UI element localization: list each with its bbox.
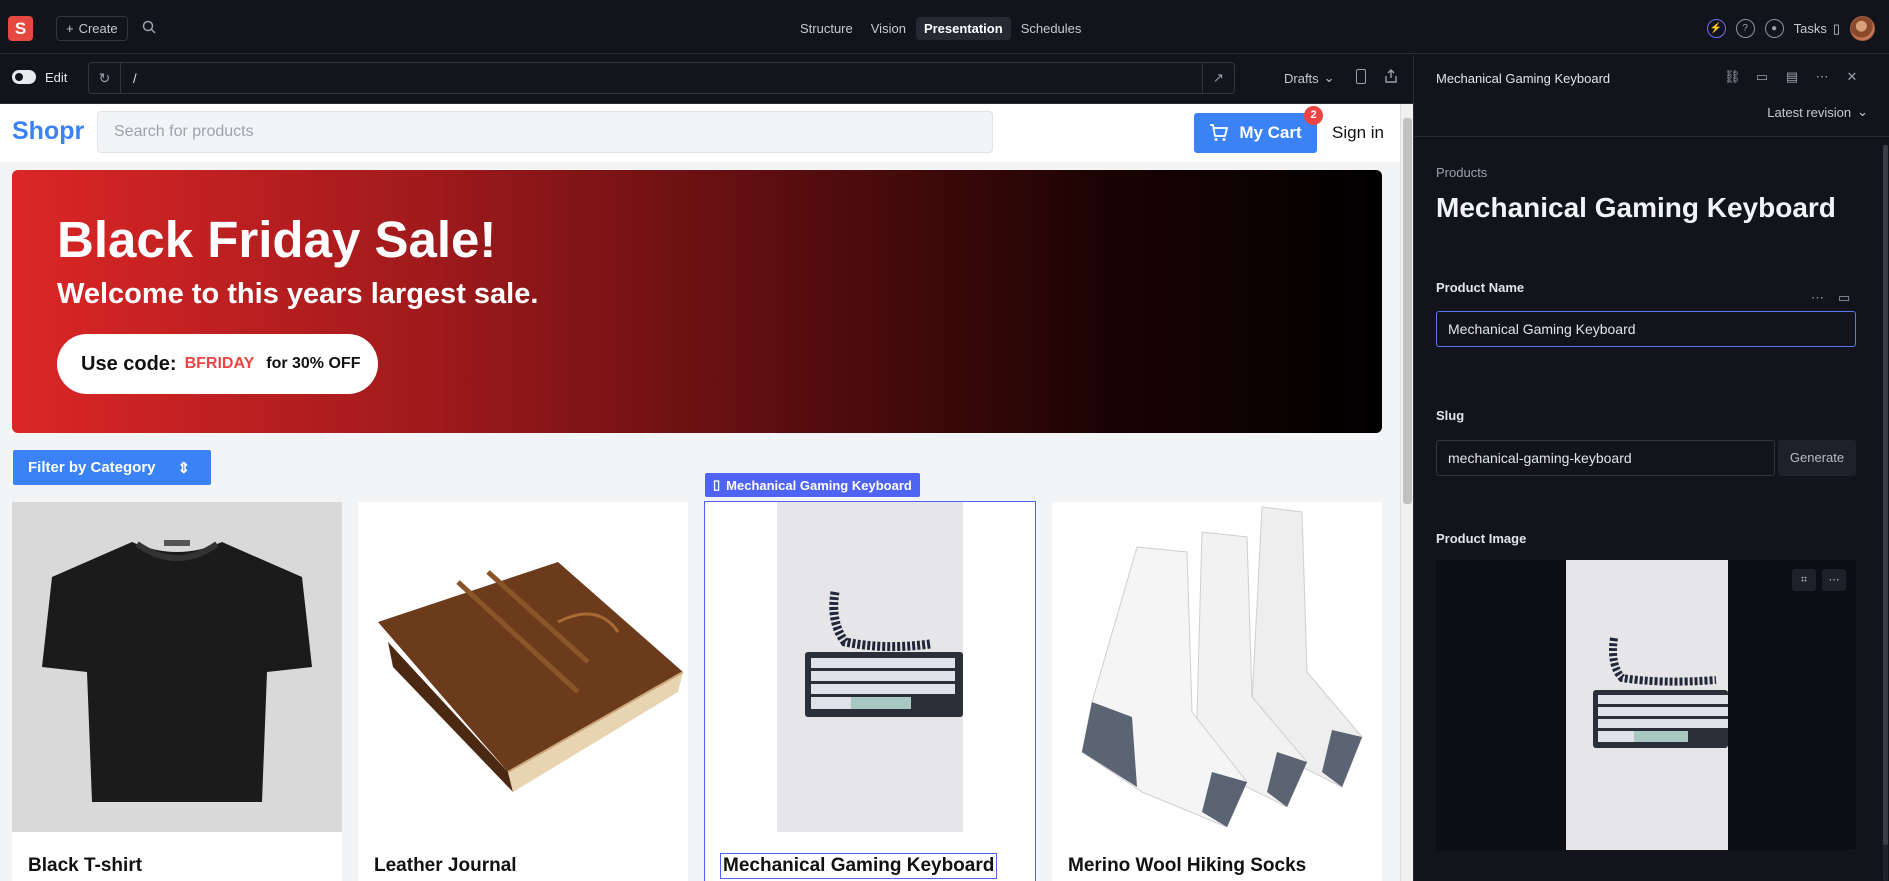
more-icon[interactable]: ⋯ <box>1811 290 1824 306</box>
panel-title: Mechanical Gaming Keyboard <box>1436 71 1611 86</box>
product-name[interactable]: Merino Wool Hiking Socks <box>1068 855 1306 877</box>
app-logo[interactable]: S <box>8 16 33 41</box>
chevron-down-icon: ⌄ <box>1323 70 1335 85</box>
leather-journal-image <box>358 502 688 832</box>
selected-document-tag[interactable]: ▯ Mechanical Gaming Keyboard <box>705 473 920 497</box>
user-icon[interactable]: ● <box>1764 19 1784 38</box>
chevron-down-icon: ⌄ <box>1857 104 1868 119</box>
document-panel: Mechanical Gaming Keyboard ⛓ ▭ ▤ ⋯ ✕ Lat… <box>1413 55 1889 881</box>
link-icon[interactable]: ⛓ <box>1724 69 1741 85</box>
cart-icon <box>1210 124 1229 141</box>
create-label: Create <box>78 21 118 36</box>
site-preview: Shopr Search for products My Cart 2 Sign… <box>0 104 1400 881</box>
refresh-icon[interactable]: ↻ <box>89 63 121 93</box>
cart-label: My Cart <box>1239 123 1302 142</box>
tab-vision[interactable]: Vision <box>863 17 914 40</box>
image-tools: ⌗ ⋯ <box>1792 569 1846 591</box>
hiking-socks-image <box>1052 502 1382 832</box>
tab-presentation[interactable]: Presentation <box>915 17 1011 40</box>
product-image-label: Product Image <box>1436 531 1527 546</box>
banner-subtitle: Welcome to this years largest sale. <box>57 278 539 310</box>
code-prefix: Use code: <box>81 352 177 375</box>
sort-arrows-icon: ⇕ <box>177 459 191 477</box>
main-nav: Structure Vision Presentation Schedules <box>792 17 1089 40</box>
generate-button[interactable]: Generate <box>1778 440 1856 476</box>
product-name-field[interactable]: Mechanical Gaming Keyboard <box>1436 311 1856 347</box>
product-search-input[interactable]: Search for products <box>97 111 993 153</box>
promo-banner[interactable]: Black Friday Sale! Welcome to this years… <box>12 170 1382 433</box>
tshirt-image <box>12 502 342 832</box>
share-icon[interactable] <box>1384 69 1398 84</box>
help-icon[interactable]: ? <box>1735 19 1755 38</box>
tab-schedules[interactable]: Schedules <box>1013 17 1090 40</box>
panel-tools: ⛓ ▭ ▤ ⋯ ✕ <box>1724 69 1860 85</box>
field-tools: ⋯ ▭ <box>1811 290 1850 306</box>
product-card[interactable]: Leather Journal <box>358 502 688 881</box>
preview-scrollbar[interactable] <box>1400 104 1413 881</box>
avatar[interactable] <box>1850 16 1875 41</box>
revision-dropdown[interactable]: Latest revision ⌄ <box>1767 104 1868 120</box>
layout-icon[interactable]: ▤ <box>1784 69 1800 85</box>
tasks-button[interactable]: Tasks ▯ <box>1794 21 1840 37</box>
scroll-thumb[interactable] <box>1403 118 1412 504</box>
signin-link[interactable]: Sign in <box>1332 123 1384 143</box>
banner-title: Black Friday Sale! <box>57 211 497 268</box>
more-icon[interactable]: ⋯ <box>1814 69 1830 85</box>
product-card[interactable]: Mechanical Gaming Keyboard <box>704 501 1036 881</box>
create-button[interactable]: + Create <box>56 16 128 41</box>
keyboard-image <box>1566 560 1728 850</box>
cart-button[interactable]: My Cart <box>1194 113 1317 153</box>
tab-structure[interactable]: Structure <box>792 17 861 40</box>
mobile-icon[interactable] <box>1356 69 1366 84</box>
search-icon[interactable] <box>141 19 157 35</box>
preview-toolbar: Edit ↻ / ↗ Drafts ⌄ <box>0 55 1413 104</box>
top-right-tools: ⚡ ? ● Tasks ▯ <box>1706 16 1875 41</box>
top-bar: S + Create Structure Vision Presentation… <box>0 0 1889 54</box>
breadcrumb[interactable]: Products <box>1436 165 1487 180</box>
product-card[interactable]: Merino Wool Hiking Socks <box>1052 502 1382 881</box>
shop-brand[interactable]: Shopr <box>12 117 84 146</box>
selected-tag-label: Mechanical Gaming Keyboard <box>726 477 912 493</box>
promo-code: BFRIDAY <box>184 355 255 372</box>
comment-icon[interactable]: ▭ <box>1754 69 1770 85</box>
url-text: / <box>133 71 137 86</box>
keyboard-image <box>705 502 1035 832</box>
comment-add-icon[interactable]: ▭ <box>1838 290 1850 306</box>
cart-count-badge: 2 <box>1304 106 1323 125</box>
product-name-label: Product Name <box>1436 280 1525 295</box>
tasks-label: Tasks <box>1793 21 1827 36</box>
close-icon[interactable]: ✕ <box>1844 69 1860 85</box>
more-icon[interactable]: ⋯ <box>1822 569 1846 591</box>
product-card[interactable]: Black T-shirt <box>12 502 342 881</box>
product-name[interactable]: Mechanical Gaming Keyboard <box>720 853 998 879</box>
bolt-icon[interactable]: ⚡ <box>1706 19 1726 38</box>
drafts-dropdown[interactable]: Drafts ⌄ <box>1284 70 1335 86</box>
url-field[interactable]: ↻ / ↗ <box>88 62 1235 94</box>
code-suffix: for 30% OFF <box>266 355 361 372</box>
plus-icon: + <box>66 21 74 36</box>
filter-category-button[interactable]: Filter by Category ⇕ <box>13 450 211 485</box>
promo-code-pill: Use code: BFRIDAY for 30% OFF <box>57 334 378 394</box>
panel-header: Mechanical Gaming Keyboard ⛓ ▭ ▤ ⋯ ✕ Lat… <box>1414 55 1889 137</box>
drafts-label: Drafts <box>1284 70 1319 86</box>
document-title: Mechanical Gaming Keyboard <box>1436 192 1836 223</box>
edit-toggle[interactable] <box>12 70 36 84</box>
slug-field[interactable]: mechanical-gaming-keyboard <box>1436 440 1775 476</box>
crop-icon[interactable]: ⌗ <box>1792 569 1816 591</box>
edit-label: Edit <box>45 70 68 85</box>
slug-label: Slug <box>1436 408 1465 423</box>
product-name[interactable]: Leather Journal <box>374 855 517 877</box>
product-name[interactable]: Black T-shirt <box>28 855 142 877</box>
panel-scrollbar[interactable] <box>1883 145 1888 881</box>
filter-label: Filter by Category <box>28 459 156 476</box>
open-external-icon[interactable]: ↗ <box>1202 63 1234 93</box>
document-icon: ▯ <box>713 477 721 492</box>
shop-header: Shopr Search for products My Cart 2 Sign… <box>0 104 1400 162</box>
panel-scroll-thumb[interactable] <box>1883 145 1888 845</box>
product-image-field[interactable]: ⌗ ⋯ <box>1436 560 1856 850</box>
sidebar-icon: ▯ <box>1832 20 1840 36</box>
revision-label: Latest revision <box>1767 104 1852 120</box>
